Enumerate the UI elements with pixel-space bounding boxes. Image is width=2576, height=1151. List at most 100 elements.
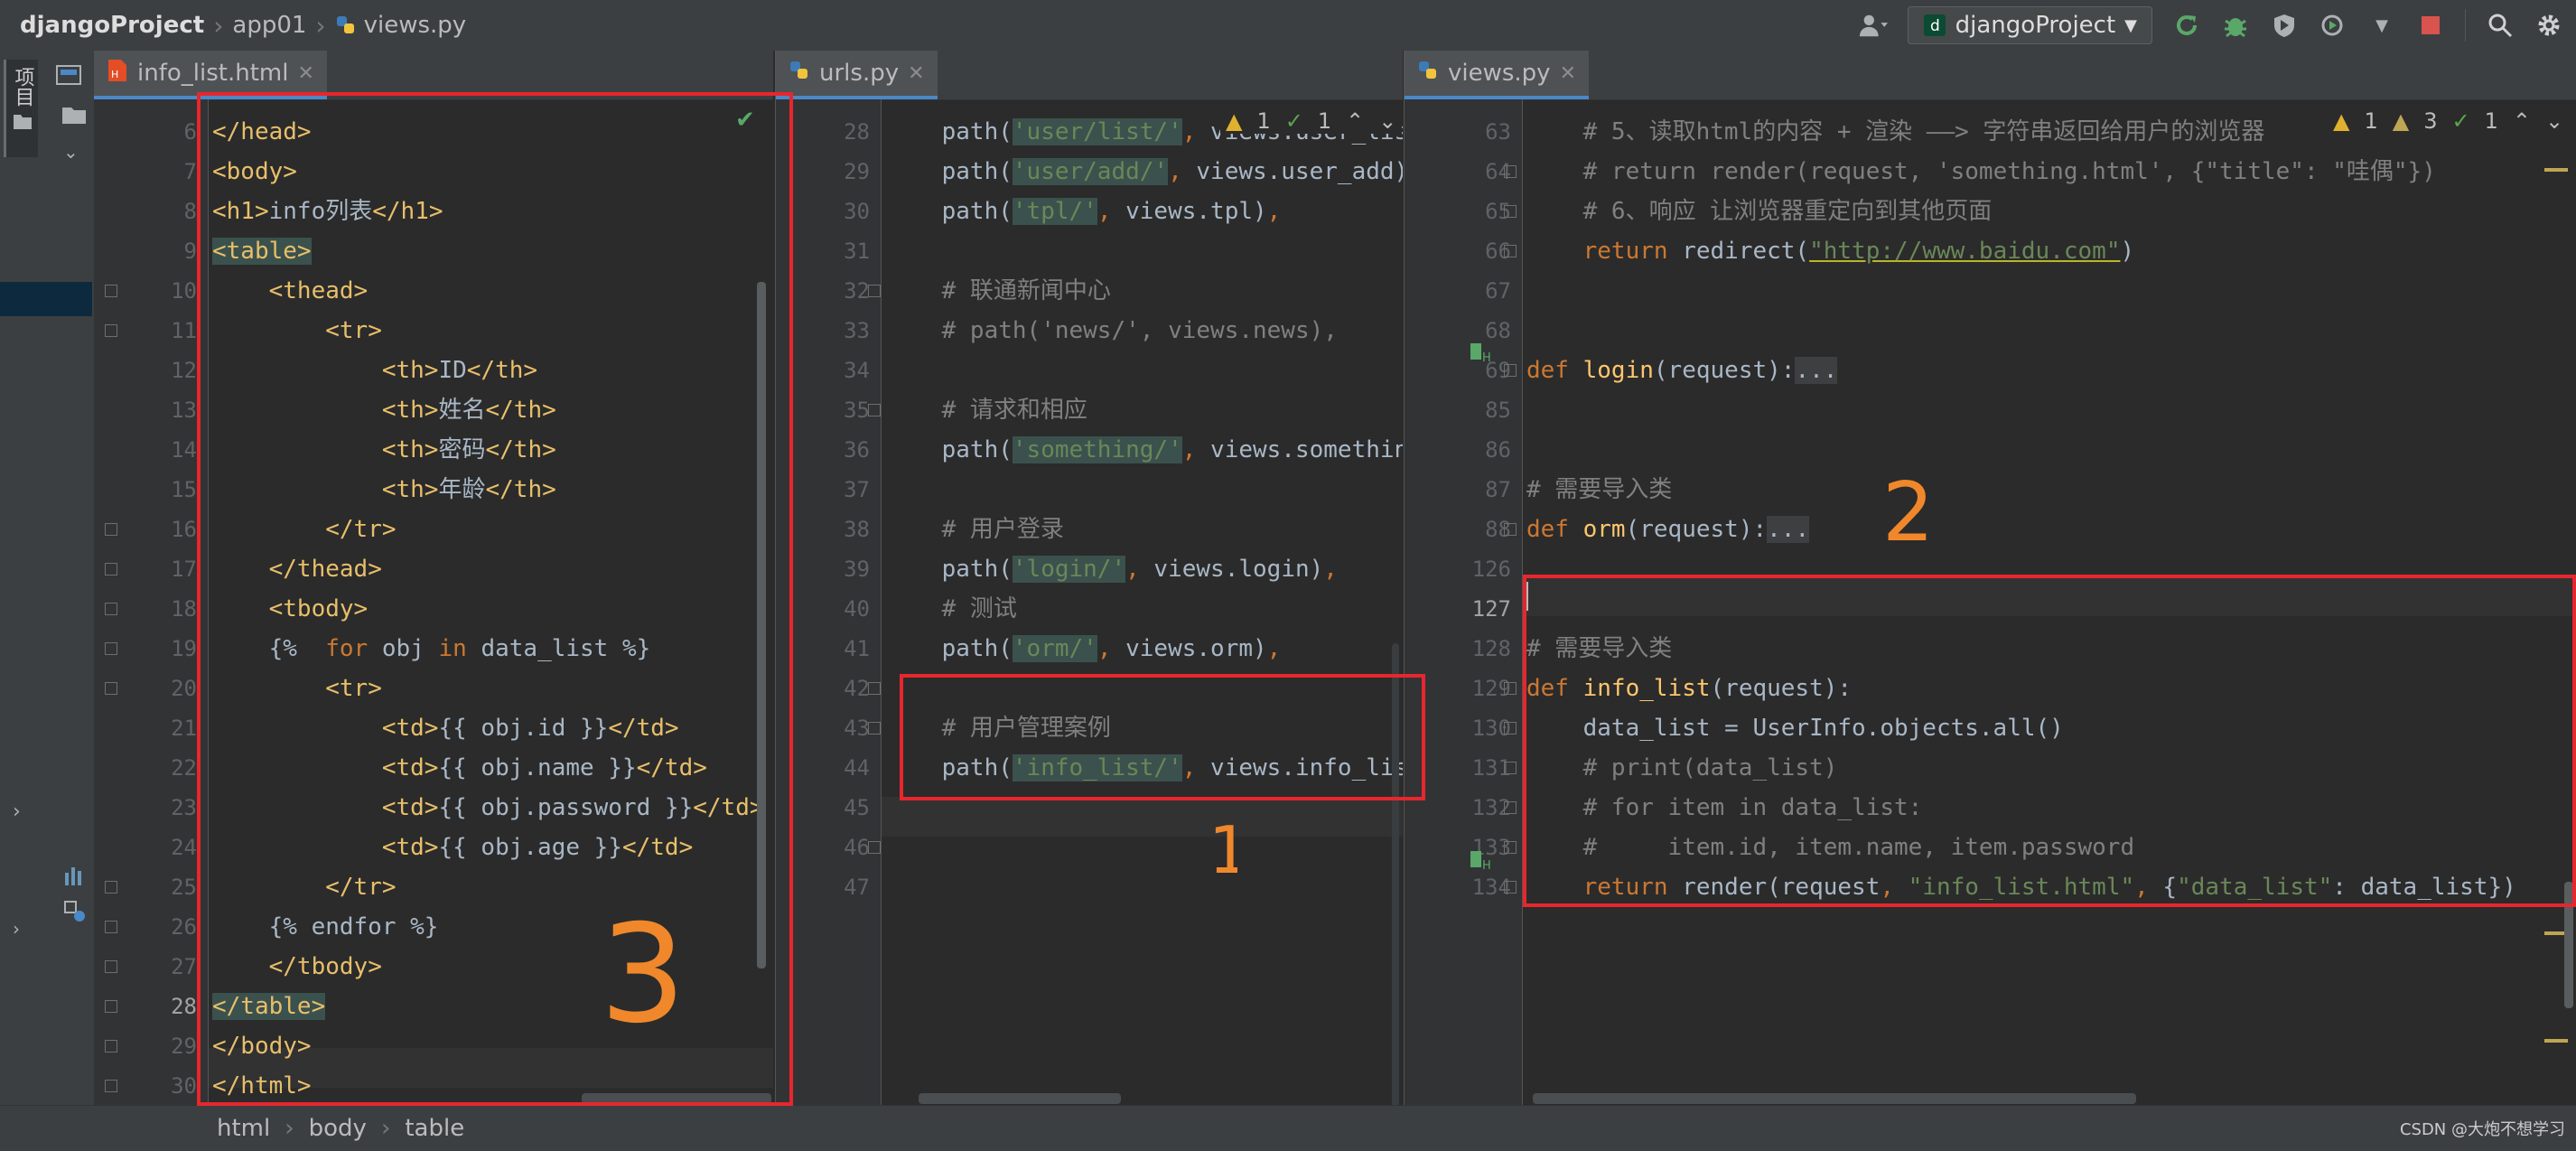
- handwritten-mark-3: 3: [600, 896, 686, 1039]
- code-line[interactable]: # 需要导入类: [1526, 470, 1672, 510]
- fold-marker-icon[interactable]: [1504, 523, 1517, 536]
- fold-marker-icon[interactable]: [868, 285, 881, 297]
- chart-bars-icon[interactable]: [63, 864, 87, 891]
- coverage-icon[interactable]: [2270, 11, 2299, 40]
- code-line[interactable]: path('something/', views.something),: [885, 430, 1403, 470]
- inspection-widget[interactable]: ▲ 1 ▲ 3 ✓ 1 ⌃ ⌄: [2333, 108, 2563, 134]
- code-line[interactable]: # path('news/', views.news),: [885, 311, 1338, 351]
- path-html[interactable]: html: [217, 1115, 270, 1142]
- fold-marker-icon[interactable]: [105, 1080, 117, 1092]
- line-number: 41: [844, 636, 870, 661]
- fold-marker-icon[interactable]: [105, 682, 117, 695]
- handwritten-mark-2: 2: [1882, 470, 1934, 551]
- fold-marker-icon[interactable]: [1504, 841, 1517, 854]
- code-line[interactable]: # 联通新闻中心: [885, 271, 1111, 311]
- fold-marker-icon[interactable]: [1504, 801, 1517, 814]
- code-line[interactable]: path('orm/', views.orm),: [885, 629, 1281, 669]
- structure-icon[interactable]: ›: [13, 918, 20, 940]
- horizontal-scrollbar[interactable]: [1533, 1093, 2136, 1104]
- code-line[interactable]: def orm(request):...: [1526, 510, 1810, 549]
- fold-marker-icon[interactable]: [1504, 245, 1517, 257]
- search-icon[interactable]: [2486, 11, 2515, 40]
- fold-marker-icon[interactable]: [105, 603, 117, 615]
- settings-icon[interactable]: [2534, 11, 2563, 40]
- path-table[interactable]: table: [405, 1115, 464, 1142]
- tab-views-py[interactable]: views.py ✕: [1405, 51, 1590, 99]
- fold-marker-icon[interactable]: [1504, 682, 1517, 695]
- fold-marker-icon[interactable]: [1504, 762, 1517, 774]
- fold-marker-icon[interactable]: [1504, 722, 1517, 735]
- fold-marker-icon[interactable]: [105, 1000, 117, 1013]
- chevron-up-icon[interactable]: ⌃: [1346, 108, 1364, 134]
- warning-count: 1: [1256, 108, 1271, 134]
- weak-warning-count: 1: [1317, 108, 1332, 134]
- breadcrumb-project[interactable]: djangoProject: [20, 12, 204, 39]
- chevron-down-icon[interactable]: ⌄: [2545, 108, 2563, 134]
- inspection-widget[interactable]: ▲ 1 ✓ 1 ⌃ ⌄: [1220, 108, 1403, 134]
- fold-marker-icon[interactable]: [105, 1040, 117, 1053]
- url-mapping-icon[interactable]: H: [1468, 338, 1495, 369]
- more-run-options-icon[interactable]: ▼: [2367, 11, 2396, 40]
- code-line[interactable]: # 用户登录: [885, 510, 1064, 549]
- tab-urls-py[interactable]: urls.py ✕: [776, 51, 938, 99]
- code-line[interactable]: # 测试: [885, 589, 1017, 629]
- fold-marker-icon[interactable]: [1504, 205, 1517, 218]
- code-line[interactable]: # 6、响应 让浏览器重定向到其他页面: [1526, 192, 1993, 231]
- profile-icon[interactable]: [2319, 11, 2347, 40]
- fold-marker-icon[interactable]: [1504, 364, 1517, 377]
- close-tab-icon[interactable]: ✕: [1560, 62, 1576, 85]
- code-line[interactable]: path('user/add/', views.user_add),: [885, 152, 1403, 192]
- rerun-icon[interactable]: [2172, 11, 2201, 40]
- editor-tabs: views.py ✕: [1405, 51, 2576, 100]
- line-number: 39: [844, 557, 870, 582]
- fold-marker-icon[interactable]: [105, 921, 117, 933]
- chevron-down-icon[interactable]: ⌄: [63, 141, 79, 163]
- project-panel-collapsed: ⌄: [0, 51, 95, 1151]
- code-line[interactable]: def login(request):...: [1526, 351, 1838, 390]
- user-account-icon[interactable]: [1859, 11, 1888, 40]
- breadcrumb-file[interactable]: views.py: [364, 12, 467, 39]
- fold-marker-icon[interactable]: [868, 722, 881, 735]
- folder-icon[interactable]: [61, 105, 87, 128]
- svg-text:3: 3: [600, 896, 686, 1039]
- code-line[interactable]: path('login/', views.login),: [885, 549, 1338, 589]
- code-line[interactable]: # return render(request, 'something.html…: [1526, 152, 2436, 192]
- fold-marker-icon[interactable]: [1504, 881, 1517, 894]
- path-body[interactable]: body: [309, 1115, 367, 1142]
- fold-marker-icon[interactable]: [868, 841, 881, 854]
- stop-icon[interactable]: [2416, 11, 2445, 40]
- services-icon[interactable]: [63, 900, 87, 927]
- code-line[interactable]: # 请求和相应: [885, 390, 1087, 430]
- debug-icon[interactable]: [2221, 11, 2250, 40]
- fold-marker-icon[interactable]: [105, 324, 117, 337]
- chevron-down-icon[interactable]: ⌄: [1378, 108, 1396, 134]
- fold-marker-icon[interactable]: [868, 404, 881, 416]
- chevron-down-icon: ▼: [2124, 15, 2137, 35]
- fold-marker-icon[interactable]: [1504, 165, 1517, 178]
- line-number: 33: [844, 318, 870, 343]
- horizontal-scrollbar[interactable]: [919, 1093, 1121, 1104]
- line-number: 20: [171, 676, 197, 701]
- line-number: 87: [1485, 477, 1511, 502]
- close-tab-icon[interactable]: ✕: [908, 62, 924, 85]
- close-tab-icon[interactable]: ✕: [297, 62, 313, 85]
- chevron-up-icon[interactable]: ⌃: [2513, 108, 2531, 134]
- fold-marker-icon[interactable]: [105, 523, 117, 536]
- fold-marker-icon[interactable]: [105, 960, 117, 973]
- run-configuration-select[interactable]: d djangoProject ▼: [1907, 6, 2152, 44]
- fold-marker-icon[interactable]: [105, 285, 117, 297]
- code-line[interactable]: path('tpl/', views.tpl),: [885, 192, 1281, 231]
- chevron-right-icon[interactable]: ›: [13, 800, 21, 823]
- code-line[interactable]: return redirect("http://www.baidu.com"): [1526, 231, 2135, 271]
- breadcrumb-folder[interactable]: app01: [232, 12, 306, 39]
- code-line[interactable]: # 5、读取html的内容 + 渲染 ——> 字符串返回给用户的浏览器: [1526, 112, 2265, 152]
- line-number: 128: [1471, 636, 1511, 661]
- fold-marker-icon[interactable]: [105, 563, 117, 576]
- window-layout-icon[interactable]: [56, 65, 81, 89]
- code-editor-urls[interactable]: path('user/list/', views.user_list), pat…: [882, 99, 1403, 1106]
- project-tool-window-button[interactable]: 项目: [4, 60, 38, 157]
- url-mapping-icon[interactable]: H: [1468, 846, 1495, 876]
- fold-marker-icon[interactable]: [105, 881, 117, 894]
- fold-marker-icon[interactable]: [868, 682, 881, 695]
- fold-marker-icon[interactable]: [105, 642, 117, 655]
